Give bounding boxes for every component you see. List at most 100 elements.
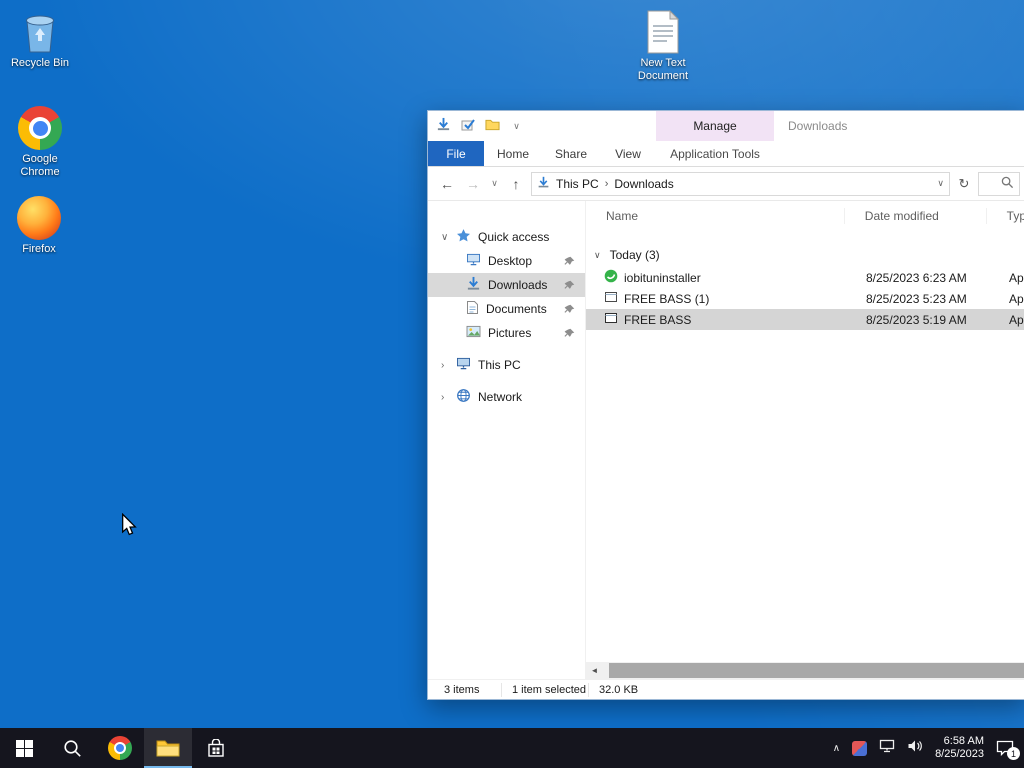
taskbar-search-button[interactable]: [48, 728, 96, 768]
taskbar-chrome-button[interactable]: [96, 728, 144, 768]
refresh-button[interactable]: ↻: [954, 176, 974, 192]
tray-app-icon[interactable]: [852, 740, 868, 756]
recent-locations-chevron-icon[interactable]: ∨: [488, 178, 501, 189]
firefox-icon: [17, 192, 61, 240]
tab-view[interactable]: View: [600, 141, 656, 166]
tab-share[interactable]: Share: [542, 141, 600, 166]
file-row[interactable]: FREE BASS (1) 8/25/2023 5:23 AM Ap: [586, 288, 1024, 309]
up-button[interactable]: ↑: [505, 176, 527, 192]
group-collapse-chevron-icon[interactable]: ∨: [594, 250, 601, 261]
sidebar-item-this-pc[interactable]: › This PC: [428, 353, 585, 377]
sidebar-item-network[interactable]: › Network: [428, 385, 585, 409]
desktop-icon-firefox[interactable]: Firefox: [3, 192, 75, 256]
desktop-icon-google-chrome[interactable]: Google Chrome: [4, 102, 76, 179]
expanded-chevron-icon[interactable]: ∨: [441, 232, 448, 243]
file-row-selected[interactable]: FREE BASS 8/25/2023 5:19 AM Ap: [586, 309, 1024, 330]
sidebar-item-label: Downloads: [488, 278, 548, 292]
explorer-main-area: ∨ Quick access Desktop Downloads Documen…: [428, 201, 1024, 679]
desktop-icon-recycle-bin[interactable]: Recycle Bin: [4, 6, 76, 70]
sidebar-item-downloads[interactable]: Downloads: [428, 273, 585, 297]
taskbar-store-button[interactable]: [192, 728, 240, 768]
search-icon: [63, 739, 81, 757]
file-type: Ap: [1009, 270, 1024, 285]
column-header-name[interactable]: Name: [586, 209, 844, 223]
desktop-icon-label: Recycle Bin: [10, 57, 70, 69]
collapsed-chevron-icon[interactable]: ›: [441, 392, 444, 403]
taskbar-file-explorer-button[interactable]: [144, 728, 192, 768]
sidebar-item-quick-access[interactable]: ∨ Quick access: [428, 225, 585, 249]
network-icon: [456, 388, 471, 406]
documents-icon: [466, 300, 479, 318]
clock-date: 8/25/2023: [935, 748, 984, 760]
file-name: iobituninstaller: [624, 270, 701, 285]
qat-new-folder-icon[interactable]: [485, 118, 500, 134]
breadcrumb-downloads[interactable]: Downloads: [614, 177, 673, 191]
show-hidden-icons-chevron-icon[interactable]: ∧: [833, 743, 840, 754]
taskbar-clock[interactable]: 6:58 AM 8/25/2023: [935, 735, 984, 761]
group-header-label: Today (3): [609, 248, 660, 262]
manage-contextual-tab[interactable]: Manage: [656, 111, 774, 141]
tab-home[interactable]: Home: [484, 141, 542, 166]
scroll-left-arrow-icon[interactable]: ◄: [586, 662, 603, 679]
column-headers: Name Date modified Typ: [586, 201, 1024, 231]
desktop-icon-label: Google Chrome: [20, 153, 60, 178]
sidebar-item-documents[interactable]: Documents: [428, 297, 585, 321]
file-name: FREE BASS (1): [624, 291, 710, 306]
tab-application-tools[interactable]: Application Tools: [656, 141, 774, 167]
file-name: FREE BASS: [624, 312, 692, 327]
address-downloads-icon: [537, 176, 550, 192]
sidebar-item-label: This PC: [478, 358, 521, 372]
address-dropdown-chevron-icon[interactable]: ∨: [937, 178, 944, 189]
windows-logo-icon: [15, 739, 33, 757]
breadcrumb-separator-icon[interactable]: ›: [605, 178, 609, 190]
file-type: Ap: [1009, 312, 1024, 327]
qat-properties-icon[interactable]: [461, 118, 475, 135]
file-row[interactable]: iobituninstaller 8/25/2023 6:23 AM Ap: [586, 267, 1024, 288]
desktop-icon-new-text-document[interactable]: New Text Document: [627, 6, 699, 83]
pin-icon: [564, 256, 575, 267]
file-explorer-window: ∨ Manage Downloads File Home Share View …: [427, 110, 1024, 700]
breadcrumb-this-pc[interactable]: This PC: [556, 177, 599, 191]
file-date-modified: 8/25/2023 6:23 AM: [866, 270, 967, 285]
status-selection: 1 item selected: [501, 682, 588, 697]
clock-time: 6:58 AM: [943, 735, 984, 747]
system-tray: ∧ 6:58 AM 8/25/2023 1: [833, 735, 1024, 761]
file-date-modified: 8/25/2023 5:19 AM: [866, 312, 967, 327]
file-explorer-icon: [156, 740, 180, 757]
sidebar-item-desktop[interactable]: Desktop: [428, 249, 585, 273]
taskbar: ∧ 6:58 AM 8/25/2023 1: [0, 728, 1024, 768]
tab-file[interactable]: File: [428, 141, 484, 166]
qat-customize-chevron-icon[interactable]: ∨: [510, 121, 523, 132]
this-pc-icon: [456, 357, 471, 373]
group-header-today[interactable]: ∨ Today (3): [586, 243, 1024, 267]
network-icon[interactable]: [879, 739, 895, 758]
start-button[interactable]: [0, 728, 48, 768]
address-bar: ← → ∨ ↑ This PC › Downloads ∨ ↻: [428, 167, 1024, 201]
back-button[interactable]: ←: [436, 176, 458, 192]
ribbon-tab-strip: File Home Share View Application Tools: [428, 141, 1024, 167]
collapsed-chevron-icon[interactable]: ›: [441, 360, 444, 371]
sidebar-item-label: Documents: [486, 302, 547, 316]
status-item-count: 3 items: [444, 683, 480, 696]
pin-icon: [564, 304, 575, 315]
horizontal-scrollbar[interactable]: ◄: [586, 662, 1024, 679]
sidebar-item-pictures[interactable]: Pictures: [428, 321, 585, 345]
quick-access-toolbar: ∨: [436, 111, 523, 141]
pin-icon: [564, 280, 575, 291]
sidebar-item-label: Quick access: [478, 230, 550, 244]
search-input[interactable]: [978, 171, 1020, 196]
sidebar-item-label: Desktop: [488, 254, 533, 268]
file-list-pane: Name Date modified Typ ∨ Today (3) iobit…: [586, 201, 1024, 679]
address-breadcrumb-box[interactable]: This PC › Downloads ∨: [531, 171, 950, 196]
chrome-icon: [108, 736, 132, 760]
forward-button[interactable]: →: [462, 176, 484, 192]
recycle-bin-icon: [20, 6, 60, 54]
column-header-type[interactable]: Typ: [985, 208, 1024, 224]
scrollbar-thumb[interactable]: [609, 663, 1024, 678]
action-center-button[interactable]: 1: [996, 740, 1020, 760]
title-bar[interactable]: ∨ Manage Downloads: [428, 111, 1024, 141]
desktop-icon-label: New Text Document: [637, 57, 689, 82]
pictures-icon: [466, 325, 481, 341]
volume-icon[interactable]: [907, 739, 923, 758]
column-header-date-modified[interactable]: Date modified: [843, 208, 986, 224]
